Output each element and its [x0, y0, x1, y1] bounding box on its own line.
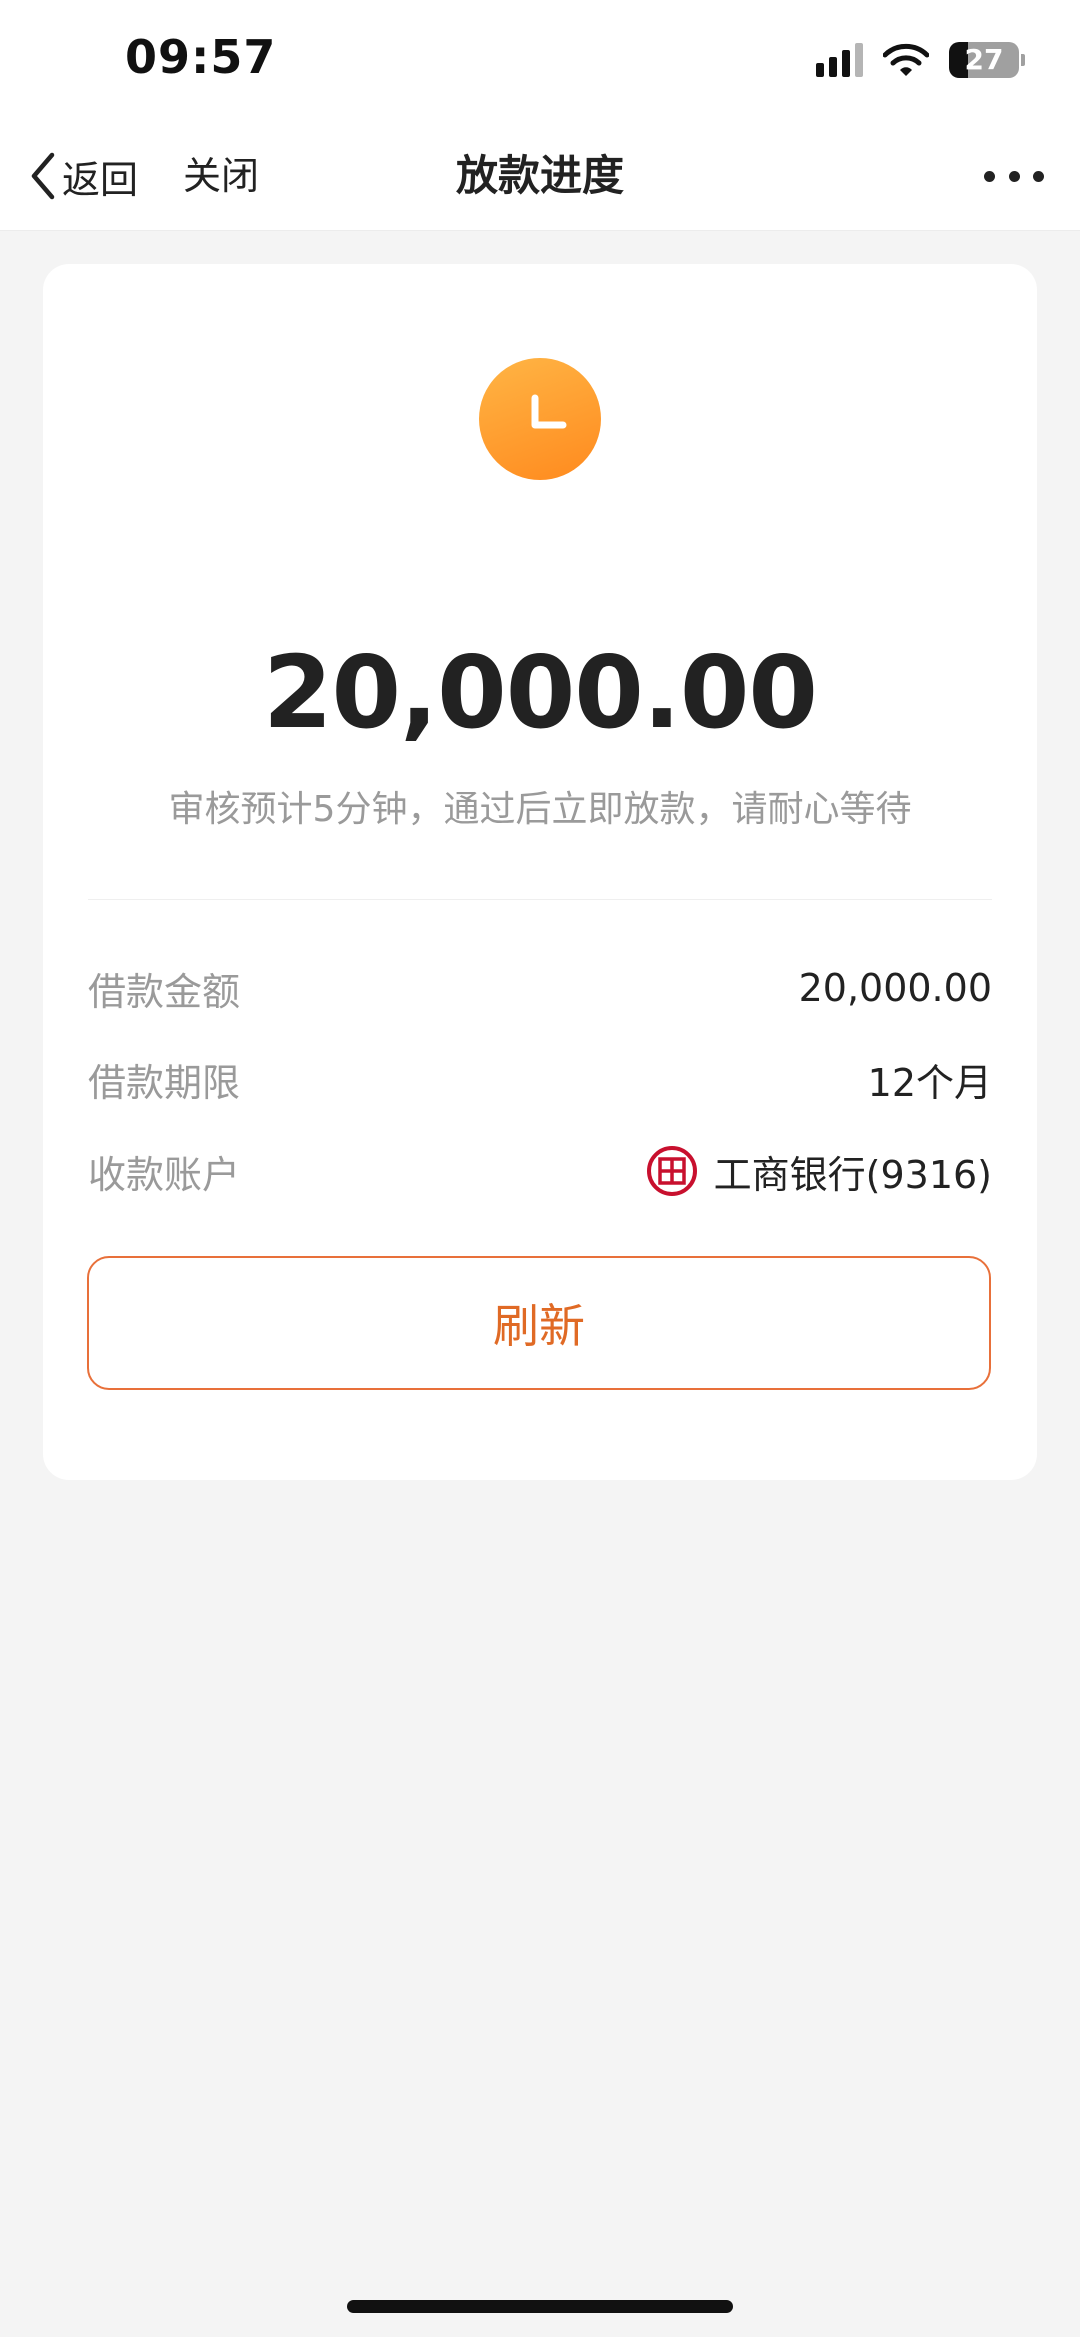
wifi-icon [883, 43, 929, 77]
home-indicator[interactable] [347, 2300, 733, 2313]
receiving-account: 工商银行(9316) [646, 1144, 992, 1199]
detail-value: 20,000.00 [798, 966, 992, 1010]
signal-icon [816, 43, 863, 77]
detail-label: 收款账户 [88, 1152, 241, 1197]
back-label: 返回 [62, 157, 139, 202]
close-button[interactable]: 关闭 [183, 148, 259, 204]
detail-label: 借款金额 [88, 969, 241, 1014]
status-time: 09:57 [125, 30, 277, 84]
status-bar: 09:57 27 [0, 0, 1080, 120]
bank-account-text: 工商银行(9316) [713, 1152, 992, 1197]
battery-level: 27 [964, 43, 1004, 76]
more-dot-icon [1033, 170, 1044, 182]
nav-bar: 返回 关闭 放款进度 [0, 120, 1080, 231]
detail-row-loan-amount: 借款金额 20,000.00 [88, 958, 992, 1018]
detail-value: 12个月 [867, 1060, 992, 1105]
chevron-left-icon [31, 152, 55, 200]
more-options-button[interactable] [984, 150, 1044, 202]
detail-row-loan-term: 借款期限 12个月 [88, 1049, 992, 1109]
more-dot-icon [1008, 170, 1020, 182]
clock-icon [479, 358, 601, 480]
detail-row-receiving-account: 收款账户 工商银行(9316) [88, 1141, 992, 1201]
divider [88, 899, 992, 900]
detail-label: 借款期限 [88, 1060, 241, 1105]
loan-amount: 20,000.00 [262, 634, 818, 751]
battery-icon: 27 [949, 42, 1025, 78]
back-button[interactable]: 返回 [28, 148, 138, 204]
status-icons: 27 [816, 40, 1025, 80]
loan-progress-card: 20,000.00 审核预计5分钟，通过后立即放款，请耐心等待 借款金额 20,… [43, 264, 1037, 1480]
icbc-bank-icon [646, 1145, 698, 1197]
page-title: 放款进度 [455, 151, 624, 200]
review-notice: 审核预计5分钟，通过后立即放款，请耐心等待 [168, 789, 912, 830]
refresh-button[interactable]: 刷新 [87, 1256, 991, 1390]
more-dot-icon [984, 170, 995, 182]
